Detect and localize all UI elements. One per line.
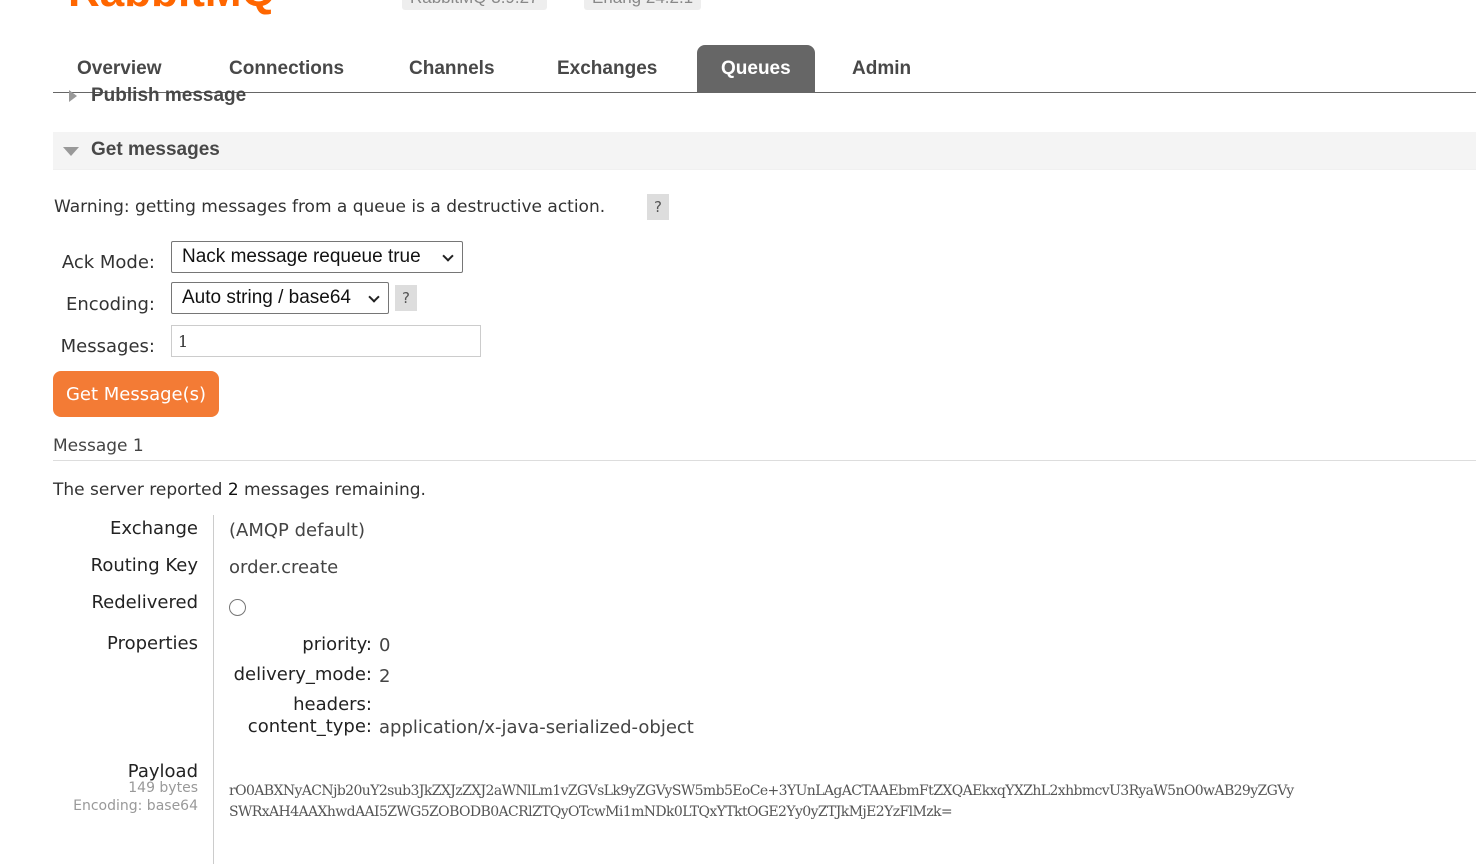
routing-key-label: Routing Key bbox=[90, 555, 198, 576]
redelivered-label: Redelivered bbox=[91, 592, 198, 613]
chevron-down-icon bbox=[368, 291, 380, 303]
delivery-mode-value: 2 bbox=[379, 666, 391, 687]
encoding-help-icon[interactable]: ? bbox=[395, 285, 417, 311]
collapse-triangle-icon bbox=[63, 147, 79, 156]
payload-label: Payload bbox=[127, 761, 198, 782]
properties-label: Properties bbox=[107, 633, 198, 654]
expand-triangle-icon bbox=[69, 90, 77, 102]
encoding-select[interactable]: Auto string / base64 bbox=[171, 282, 389, 314]
messages-remaining-text: The server reported 2 messages remaining… bbox=[53, 480, 426, 500]
message-heading-text: Message 1 bbox=[53, 436, 144, 456]
publish-message-title: Publish message bbox=[91, 85, 247, 106]
warning-help-icon[interactable]: ? bbox=[647, 194, 669, 220]
priority-label: priority: bbox=[302, 634, 372, 655]
chevron-down-icon bbox=[442, 250, 454, 262]
encoding-label: Encoding: bbox=[65, 294, 155, 315]
destructive-warning: Warning: getting messages from a queue i… bbox=[54, 197, 606, 217]
get-messages-title: Get messages bbox=[91, 139, 220, 160]
encoding-selected: Auto string / base64 bbox=[182, 287, 351, 308]
redelivered-radio bbox=[229, 599, 246, 616]
logo-trademark: TM bbox=[362, 0, 378, 3]
content-type-value: application/x-java-serialized-object bbox=[379, 717, 694, 738]
payload-line-2: SWRxAH4AAXhwdAAI5ZWG5ZOBODB0ACRlZTQyOTcw… bbox=[229, 804, 953, 820]
remaining-prefix: The server reported bbox=[53, 480, 228, 500]
payload-encoding: Encoding: base64 bbox=[73, 798, 198, 814]
get-messages-section-header[interactable]: Get messages bbox=[53, 132, 1476, 170]
message-heading: Message 1 bbox=[53, 436, 1476, 461]
publish-message-section-header[interactable]: Publish message bbox=[53, 82, 1476, 112]
ack-mode-label: Ack Mode: bbox=[61, 252, 155, 273]
exchange-label: Exchange bbox=[110, 518, 198, 539]
exchange-value: (AMQP default) bbox=[229, 520, 365, 541]
payload-line-1: rO0ABXNyACNjb20uY2sub3JkZXJzZXJ2aWNlLm1v… bbox=[229, 783, 1294, 799]
erlang-version-badge: Erlang 24.2.1 bbox=[584, 0, 702, 10]
messages-count-input[interactable] bbox=[171, 325, 481, 357]
payload-bytes: 149 bytes bbox=[128, 780, 198, 796]
rabbitmq-management-page: RabbitMQ TM RabbitMQ 3.9.27 Erlang 24.2.… bbox=[0, 0, 1476, 864]
ack-mode-selected: Nack message requeue true bbox=[182, 246, 421, 267]
delivery-mode-label: delivery_mode: bbox=[233, 664, 372, 685]
messages-label: Messages: bbox=[60, 336, 155, 357]
payload-content: rO0ABXNyACNjb20uY2sub3JkZXJzZXJ2aWNlLm1v… bbox=[229, 781, 1294, 823]
remaining-suffix: messages remaining. bbox=[238, 480, 426, 500]
priority-value: 0 bbox=[379, 635, 391, 656]
headers-label: headers: bbox=[293, 694, 372, 715]
remaining-count: 2 bbox=[227, 480, 239, 500]
message-divider bbox=[213, 515, 214, 864]
routing-key-value: order.create bbox=[229, 557, 339, 578]
ack-mode-select[interactable]: Nack message requeue true bbox=[171, 241, 463, 273]
rabbitmq-version-badge: RabbitMQ 3.9.27 bbox=[402, 0, 547, 10]
content-type-label: content_type: bbox=[247, 716, 372, 737]
rabbitmq-logo[interactable]: RabbitMQ bbox=[68, 0, 276, 14]
get-messages-button[interactable]: Get Message(s) bbox=[53, 371, 219, 417]
